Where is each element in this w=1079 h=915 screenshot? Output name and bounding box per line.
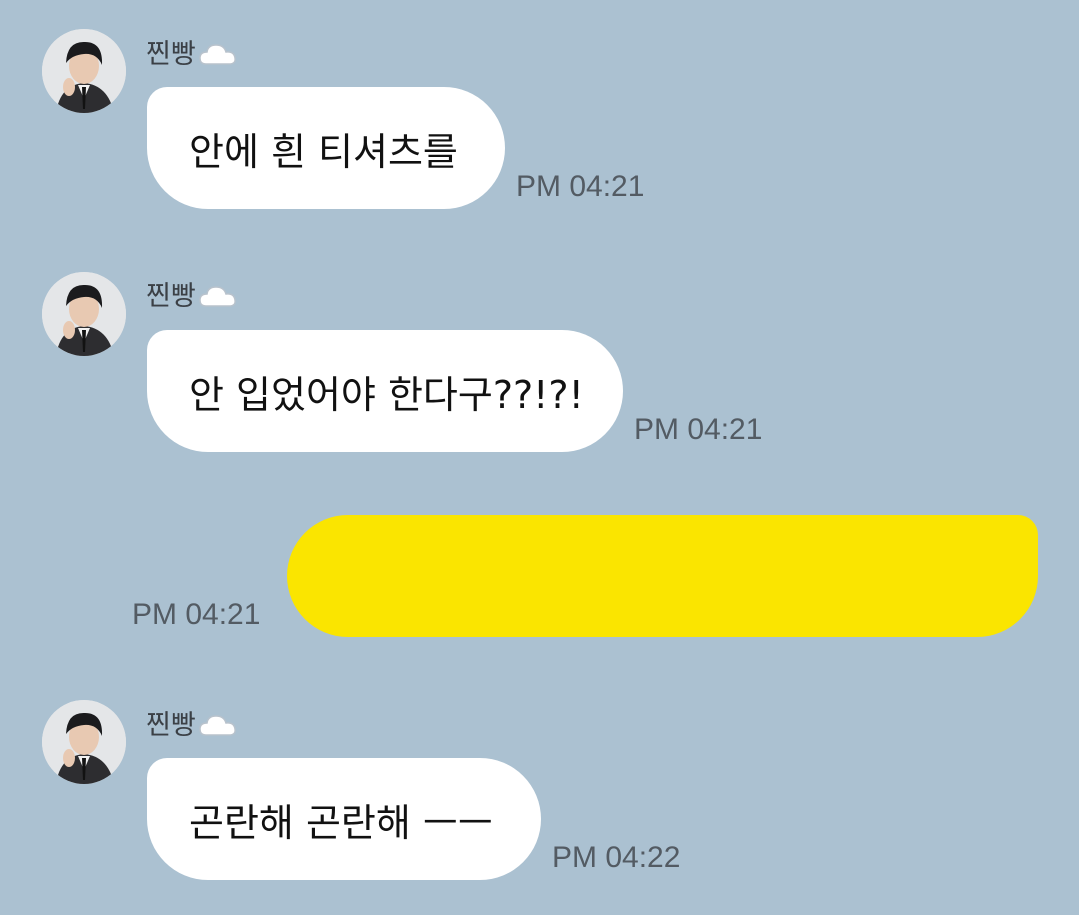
message-text: 곤란해 곤란해 ㅡㅡ xyxy=(189,800,493,845)
message-bubble[interactable] xyxy=(287,515,1038,637)
avatar-photo xyxy=(42,700,126,784)
avatar-photo xyxy=(42,29,126,113)
message-bubble[interactable]: 안 입었어야 한다구??!?! xyxy=(147,330,623,452)
cloud-icon xyxy=(198,286,236,307)
message-text: 안 입었어야 한다구??!?! xyxy=(189,372,584,417)
message-time: PM 04:21 xyxy=(132,598,261,631)
message-time: PM 04:22 xyxy=(552,841,681,874)
sender-avatar[interactable] xyxy=(42,272,126,356)
avatar-photo xyxy=(42,272,126,356)
cloud-icon xyxy=(198,715,236,736)
message-time: PM 04:21 xyxy=(516,170,645,203)
sender-avatar[interactable] xyxy=(42,700,126,784)
sender-name: 찐빵 xyxy=(146,711,238,739)
message-time: PM 04:21 xyxy=(634,413,763,446)
sender-avatar[interactable] xyxy=(42,29,126,113)
message-text: 안에 흰 티셔츠를 xyxy=(189,129,458,174)
sender-name: 찐빵 xyxy=(146,282,238,310)
message-bubble[interactable]: 곤란해 곤란해 ㅡㅡ xyxy=(147,758,541,880)
cloud-icon xyxy=(198,44,236,65)
message-bubble[interactable]: 안에 흰 티셔츠를 xyxy=(147,87,505,209)
sender-name: 찐빵 xyxy=(146,40,238,68)
